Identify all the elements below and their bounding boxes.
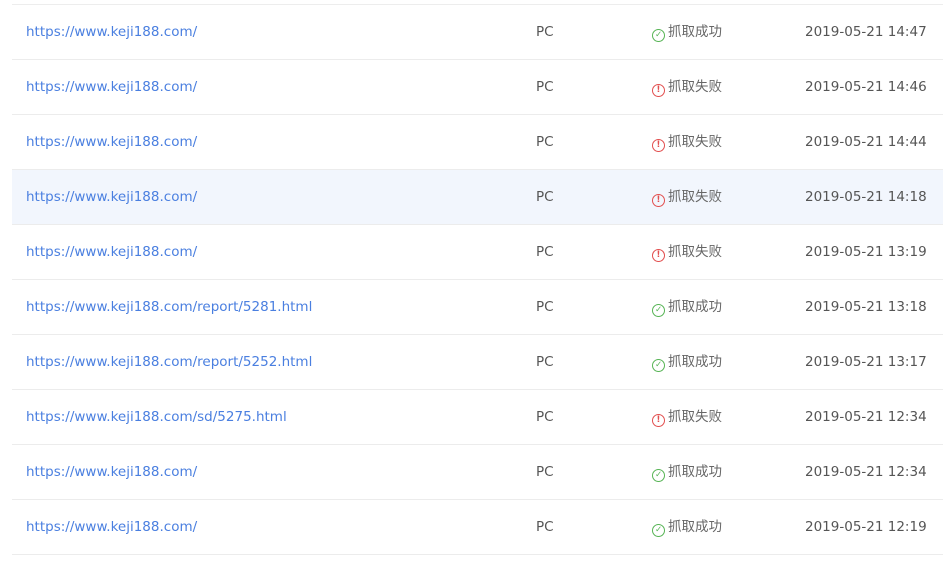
time-cell: 2019-05-21 14:46 (805, 79, 927, 95)
status-text: 抓取成功 (668, 299, 722, 315)
table-row: https://www.keji188.com/ PC ! 抓取失败 2019-0… (12, 115, 943, 170)
url-link[interactable]: https://www.keji188.com/ (26, 464, 197, 480)
status-cell: ✓ 抓取成功 (652, 5, 722, 59)
exclamation-circle-icon: ! (652, 414, 665, 427)
check-circle-icon: ✓ (652, 304, 665, 317)
status-text: 抓取成功 (668, 24, 722, 40)
time-cell: 2019-05-21 12:19 (805, 519, 927, 535)
url-cell: https://www.keji188.com/ (26, 500, 197, 554)
url-link[interactable]: https://www.keji188.com/ (26, 244, 197, 260)
time-cell: 2019-05-21 13:17 (805, 354, 927, 370)
status-text: 抓取失败 (668, 244, 722, 260)
status-text: 抓取成功 (668, 519, 722, 535)
url-cell: https://www.keji188.com/ (26, 5, 197, 59)
table-row: https://www.keji188.com/report/5252.html… (12, 335, 943, 390)
device-cell: PC (536, 244, 554, 260)
table-row: https://www.keji188.com/ PC ! 抓取失败 2019-0… (12, 60, 943, 115)
status-text: 抓取失败 (668, 409, 722, 425)
table-row: https://www.keji188.com/report/5281.html… (12, 280, 943, 335)
status-cell: ✓ 抓取成功 (652, 280, 722, 334)
device-cell: PC (536, 134, 554, 150)
table-row: https://www.keji188.com/ PC ✓ 抓取成功 2019-0… (12, 445, 943, 500)
status-cell: ! 抓取失败 (652, 60, 722, 114)
url-link[interactable]: https://www.keji188.com/sd/5275.html (26, 409, 287, 425)
exclamation-circle-icon: ! (652, 249, 665, 262)
time-cell: 2019-05-21 14:44 (805, 134, 927, 150)
table-row: https://www.keji188.com/sd/5275.html PC … (12, 390, 943, 445)
status-text: 抓取失败 (668, 79, 722, 95)
time-cell: 2019-05-21 12:34 (805, 409, 927, 425)
url-cell: https://www.keji188.com/ (26, 60, 197, 114)
url-link[interactable]: https://www.keji188.com/ (26, 24, 197, 40)
url-link[interactable]: https://www.keji188.com/ (26, 519, 197, 535)
check-circle-icon: ✓ (652, 524, 665, 537)
status-cell: ✓ 抓取成功 (652, 335, 722, 389)
url-cell: https://www.keji188.com/ (26, 170, 197, 224)
url-link[interactable]: https://www.keji188.com/report/5252.html (26, 354, 312, 370)
device-cell: PC (536, 79, 554, 95)
device-cell: PC (536, 299, 554, 315)
status-text: 抓取成功 (668, 464, 722, 480)
url-link[interactable]: https://www.keji188.com/ (26, 134, 197, 150)
status-text: 抓取失败 (668, 134, 722, 150)
crawl-results-table: https://www.keji188.com/ PC ✓ 抓取成功 2019-0… (12, 4, 943, 555)
status-cell: ! 抓取失败 (652, 390, 722, 444)
exclamation-circle-icon: ! (652, 194, 665, 207)
url-link[interactable]: https://www.keji188.com/ (26, 79, 197, 95)
url-cell: https://www.keji188.com/ (26, 225, 197, 279)
device-cell: PC (536, 519, 554, 535)
check-circle-icon: ✓ (652, 29, 665, 42)
status-cell: ✓ 抓取成功 (652, 445, 722, 499)
status-cell: ! 抓取失败 (652, 225, 722, 279)
url-cell: https://www.keji188.com/ (26, 115, 197, 169)
exclamation-circle-icon: ! (652, 139, 665, 152)
url-link[interactable]: https://www.keji188.com/report/5281.html (26, 299, 312, 315)
url-cell: https://www.keji188.com/sd/5275.html (26, 390, 287, 444)
device-cell: PC (536, 464, 554, 480)
url-link[interactable]: https://www.keji188.com/ (26, 189, 197, 205)
table-row: https://www.keji188.com/ PC ✓ 抓取成功 2019-0… (12, 5, 943, 60)
time-cell: 2019-05-21 14:47 (805, 24, 927, 40)
table-row: https://www.keji188.com/ PC ! 抓取失败 2019-0… (12, 225, 943, 280)
status-cell: ! 抓取失败 (652, 170, 722, 224)
device-cell: PC (536, 409, 554, 425)
url-cell: https://www.keji188.com/ (26, 445, 197, 499)
device-cell: PC (536, 24, 554, 40)
exclamation-circle-icon: ! (652, 84, 665, 97)
check-circle-icon: ✓ (652, 469, 665, 482)
time-cell: 2019-05-21 13:18 (805, 299, 927, 315)
status-text: 抓取成功 (668, 354, 722, 370)
time-cell: 2019-05-21 12:34 (805, 464, 927, 480)
device-cell: PC (536, 354, 554, 370)
table-row-hovered: https://www.keji188.com/ PC ! 抓取失败 2019-0… (12, 170, 943, 225)
table-row: https://www.keji188.com/ PC ✓ 抓取成功 2019-0… (12, 500, 943, 555)
time-cell: 2019-05-21 14:18 (805, 189, 927, 205)
check-circle-icon: ✓ (652, 359, 665, 372)
device-cell: PC (536, 189, 554, 205)
status-cell: ! 抓取失败 (652, 115, 722, 169)
status-text: 抓取失败 (668, 189, 722, 205)
url-cell: https://www.keji188.com/report/5281.html (26, 280, 312, 334)
url-cell: https://www.keji188.com/report/5252.html (26, 335, 312, 389)
time-cell: 2019-05-21 13:19 (805, 244, 927, 260)
status-cell: ✓ 抓取成功 (652, 500, 722, 554)
